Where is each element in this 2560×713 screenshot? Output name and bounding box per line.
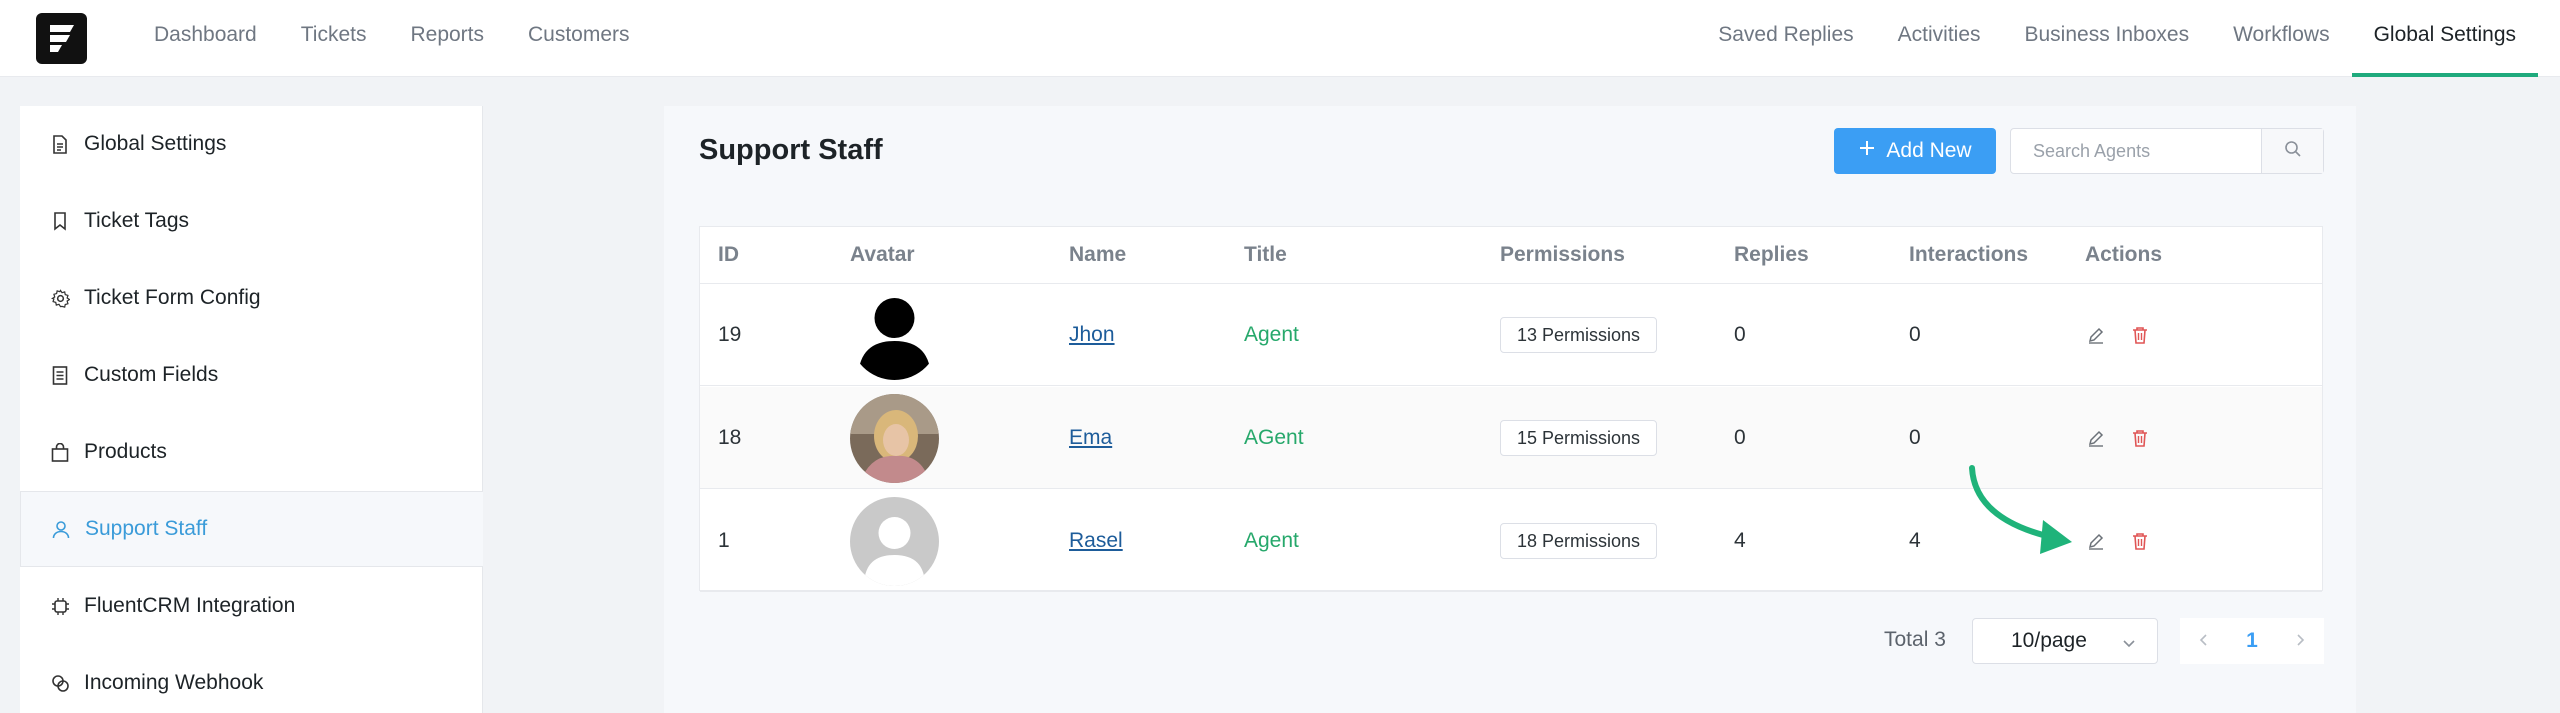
top-navigation-bar: Dashboard Tickets Reports Customers Save…: [0, 0, 2560, 77]
cell-replies: 0: [1734, 426, 1746, 449]
sidebar-item-global-settings[interactable]: Global Settings: [20, 106, 483, 182]
settings-sidebar: Global Settings Ticket Tags Ticket Form …: [20, 106, 483, 713]
chevron-down-icon: [2121, 633, 2137, 657]
pagination-total: Total 3: [1884, 628, 1946, 651]
sidebar-item-incoming-webhook[interactable]: Incoming Webhook: [20, 645, 483, 713]
cell-id: 1: [718, 529, 730, 552]
delete-icon[interactable]: [2129, 530, 2151, 552]
sidebar-item-label: Ticket Tags: [84, 209, 190, 232]
sidebar-item-ticket-tags[interactable]: Ticket Tags: [20, 183, 483, 259]
column-header-replies: Replies: [1734, 243, 1809, 266]
permissions-badge[interactable]: 18 Permissions: [1500, 523, 1658, 559]
edit-icon[interactable]: [2085, 324, 2107, 346]
nav-global-settings[interactable]: Global Settings: [2351, 0, 2539, 77]
sidebar-item-ticket-form-config[interactable]: Ticket Form Config: [20, 260, 483, 336]
permissions-badge[interactable]: 13 Permissions: [1500, 317, 1658, 353]
sidebar-item-fluentcrm-integration[interactable]: FluentCRM Integration: [20, 568, 483, 644]
cell-title: Agent: [1244, 529, 1299, 552]
sidebar-item-label: FluentCRM Integration: [84, 594, 296, 617]
gear-icon: [50, 288, 70, 308]
annotation-arrow-icon: [1969, 465, 2072, 554]
delete-icon[interactable]: [2129, 427, 2151, 449]
next-page-button[interactable]: [2276, 618, 2324, 664]
column-header-avatar: Avatar: [850, 243, 915, 266]
avatar: [850, 290, 939, 380]
edit-icon[interactable]: [2085, 530, 2107, 552]
nav-workflows[interactable]: Workflows: [2211, 0, 2351, 77]
edit-icon[interactable]: [2085, 427, 2107, 449]
search-icon: [2284, 140, 2302, 163]
avatar: [850, 496, 939, 586]
add-new-button[interactable]: Add New: [1834, 128, 1996, 174]
agent-search: [2010, 128, 2324, 174]
webhook-icon: [50, 673, 70, 693]
plus-icon: [1858, 139, 1876, 163]
primary-nav: Dashboard Tickets Reports Customers: [132, 0, 652, 77]
column-header-id: ID: [718, 243, 739, 266]
page-size-select[interactable]: 10/page: [1972, 618, 2158, 664]
column-header-interactions: Interactions: [1909, 243, 2029, 266]
bag-icon: [50, 442, 70, 462]
app-logo-icon[interactable]: [36, 13, 87, 64]
delete-icon[interactable]: [2129, 324, 2151, 346]
page-title: Support Staff: [699, 134, 883, 166]
avatar: [850, 393, 939, 483]
user-icon: [51, 519, 71, 539]
nav-dashboard[interactable]: Dashboard: [132, 0, 279, 77]
document-icon: [50, 134, 70, 154]
list-document-icon: [50, 365, 70, 385]
nav-customers[interactable]: Customers: [506, 0, 652, 77]
chip-icon: [50, 596, 70, 616]
column-header-actions: Actions: [2085, 243, 2163, 266]
sidebar-item-label: Ticket Form Config: [84, 286, 261, 309]
cell-title: AGent: [1244, 426, 1304, 449]
column-header-title: Title: [1244, 243, 1287, 266]
sidebar-item-label: Products: [84, 440, 167, 463]
sidebar-item-label: Custom Fields: [84, 363, 219, 386]
cell-id: 18: [718, 426, 742, 449]
table-row: 19 Jhon Agent 13 Permissions 0 0: [700, 284, 2322, 386]
column-header-permissions: Permissions: [1500, 243, 1625, 266]
nav-business-inboxes[interactable]: Business Inboxes: [2003, 0, 2212, 77]
previous-page-button[interactable]: [2180, 618, 2228, 664]
page-number[interactable]: 1: [2228, 618, 2276, 664]
cell-interactions: 0: [1909, 323, 1921, 346]
chevron-left-icon: [2197, 629, 2211, 653]
sidebar-item-custom-fields[interactable]: Custom Fields: [20, 337, 483, 413]
nav-tickets[interactable]: Tickets: [279, 0, 389, 77]
secondary-nav: Saved Replies Activities Business Inboxe…: [1696, 0, 2539, 77]
nav-activities[interactable]: Activities: [1876, 0, 2003, 77]
agent-name-link[interactable]: Jhon: [1069, 323, 1115, 347]
nav-reports[interactable]: Reports: [388, 0, 506, 77]
agent-name-link[interactable]: Rasel: [1069, 529, 1123, 553]
agent-name-link[interactable]: Ema: [1069, 426, 1112, 450]
cell-interactions: 4: [1909, 529, 1921, 552]
cell-id: 19: [718, 323, 742, 346]
table-header: ID Avatar Name Title Permissions Replies…: [700, 227, 2322, 284]
cell-title: Agent: [1244, 323, 1299, 346]
add-new-label: Add New: [1886, 139, 1972, 162]
search-button[interactable]: [2261, 129, 2323, 173]
sidebar-item-label: Support Staff: [85, 517, 208, 540]
column-header-name: Name: [1069, 243, 1127, 266]
chevron-right-icon: [2293, 629, 2307, 653]
bookmark-icon: [50, 211, 70, 231]
sidebar-item-label: Incoming Webhook: [84, 671, 264, 694]
cell-interactions: 0: [1909, 426, 1921, 449]
sidebar-item-support-staff[interactable]: Support Staff: [20, 491, 483, 567]
cell-replies: 4: [1734, 529, 1746, 552]
search-input[interactable]: [2011, 129, 2261, 173]
sidebar-item-products[interactable]: Products: [20, 414, 483, 490]
permissions-badge[interactable]: 15 Permissions: [1500, 420, 1658, 456]
nav-saved-replies[interactable]: Saved Replies: [1696, 0, 1875, 77]
cell-replies: 0: [1734, 323, 1746, 346]
page-size-value: 10/page: [2011, 629, 2087, 652]
pagination: 1: [2180, 618, 2324, 664]
sidebar-item-label: Global Settings: [84, 132, 227, 155]
